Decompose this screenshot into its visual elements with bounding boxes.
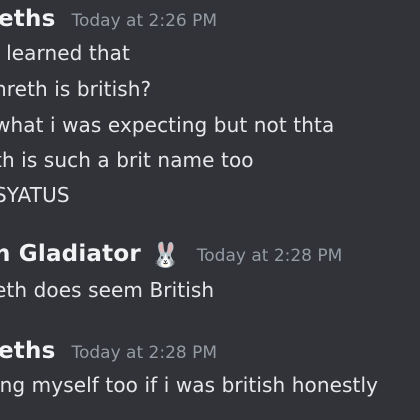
- message-timestamp[interactable]: Today at 2:28 PM: [71, 343, 217, 363]
- message-text: nreth is british?: [0, 77, 152, 101]
- chat-message-list: eths Today at 2:26 PM i learned that nre…: [0, 0, 420, 420]
- message-author[interactable]: eths: [0, 6, 55, 32]
- message-text: i learned that: [0, 41, 130, 65]
- message-header: n Gladiator 🐰 Today at 2:28 PM: [0, 241, 342, 267]
- message-timestamp[interactable]: Today at 2:26 PM: [71, 11, 217, 31]
- bunny-icon: 🐰: [150, 241, 181, 269]
- message-timestamp[interactable]: Today at 2:28 PM: [197, 246, 343, 266]
- message-header: eths Today at 2:28 PM: [0, 338, 217, 364]
- message-text: SYATUS: [0, 183, 70, 207]
- message-text: th is such a brit name too: [0, 148, 254, 172]
- message-author[interactable]: n Gladiator: [0, 241, 141, 267]
- message-text: eth does seem British: [0, 278, 215, 302]
- message-text: ing myself too if i was british honestly: [0, 373, 379, 397]
- message-text: what i was expecting but not thta: [0, 113, 335, 137]
- message-header: eths Today at 2:26 PM: [0, 6, 217, 32]
- message-author[interactable]: eths: [0, 338, 55, 364]
